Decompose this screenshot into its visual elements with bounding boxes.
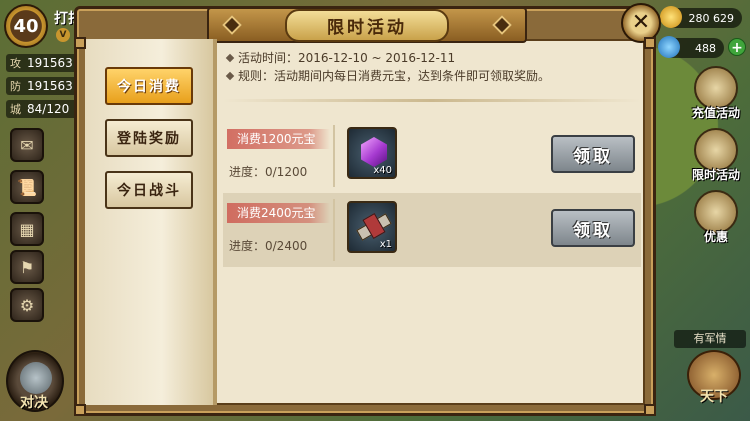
gold-counter: 280 629 (660, 6, 742, 28)
header-ornament-right-icon (492, 15, 512, 35)
panel-title: 限时活动 (327, 17, 407, 38)
bullet-icon (225, 53, 235, 63)
rules-text: 规则：活动期间内每日消费元宝，达到条件即可领取奖励。 (238, 69, 551, 83)
progress-text: 进度：0/1200 (229, 165, 308, 179)
mail-icon[interactable]: ✉ (10, 128, 44, 162)
limited-event-button[interactable]: 限时活动 (688, 128, 744, 183)
cost-tag: 消费1200元宝 (227, 129, 330, 149)
claim-label: 领取 (573, 220, 613, 241)
defense-value: 191563 (27, 79, 73, 93)
close-icon: ✕ (631, 10, 651, 35)
discount-button[interactable]: 优惠 (688, 190, 744, 245)
vip-icon: V (56, 28, 70, 42)
corner-ornament (644, 37, 656, 49)
tab-label: 今日战斗 (117, 183, 181, 199)
event-panel: 限时活动 ✕ 今日消费 登陆奖励 今日战斗 活动时间：2016-12-10 ~ … (74, 3, 661, 416)
discount-label: 优惠 (703, 230, 728, 244)
claim-button[interactable]: 领取 (551, 135, 635, 173)
city-value: 84/120 (27, 102, 70, 116)
reward-item-slot[interactable]: x40 (347, 127, 397, 179)
event-content: 活动时间：2016-12-10 ~ 2016-12-11 规则：活动期间内每日消… (223, 49, 641, 401)
reward-row: 消费2400元宝 进度：0/2400 x1 领取 (223, 193, 641, 267)
corner-ornament (644, 404, 656, 416)
reward-row: 消费1200元宝 进度：0/1200 x40 领取 (223, 119, 641, 193)
panel-header: 限时活动 (207, 7, 527, 43)
defense-label: 防 (10, 80, 21, 93)
tab-today-battle[interactable]: 今日战斗 (105, 171, 193, 209)
reward-item-slot[interactable]: x1 (347, 201, 397, 253)
tab-label: 登陆奖励 (117, 131, 181, 147)
scroll-icon[interactable]: 📜 (10, 170, 44, 204)
limited-event-label: 限时活动 (691, 168, 740, 182)
gold-coin-icon (660, 6, 682, 28)
rules-line: 规则：活动期间内每日消费元宝，达到条件即可领取奖励。 (223, 67, 641, 85)
duel-label: 对决 (20, 395, 48, 411)
player-level-badge[interactable]: 40 (4, 4, 48, 48)
recharge-event-label: 充值活动 (691, 106, 740, 120)
claim-label: 领取 (573, 146, 613, 167)
claim-button[interactable]: 领取 (551, 209, 635, 247)
player-level: 40 (13, 15, 39, 37)
recharge-event-button[interactable]: 充值活动 (688, 66, 744, 121)
row-separator (333, 125, 335, 187)
calendar-icon[interactable]: ▦ (10, 212, 44, 246)
activity-time: 活动时间：2016-12-10 ~ 2016-12-11 (238, 51, 456, 65)
purple-gem-icon (361, 137, 387, 167)
tab-label: 今日消费 (117, 79, 181, 95)
title-plate: 限时活动 (285, 8, 449, 42)
world-label: 天下 (700, 389, 728, 405)
gold-value: 280 629 (688, 11, 735, 25)
cost-tag: 消费2400元宝 (227, 203, 330, 223)
attack-value: 191563 (27, 56, 73, 70)
attack-label: 攻 (10, 57, 21, 70)
tab-today-spending[interactable]: 今日消费 (105, 67, 193, 105)
progress-text: 进度：0/2400 (229, 239, 308, 253)
gem-counter: 488 (658, 36, 724, 58)
activity-time-line: 活动时间：2016-12-10 ~ 2016-12-11 (223, 49, 641, 67)
divider (223, 99, 641, 102)
bag-icon[interactable]: ⚑ (10, 250, 44, 284)
gem-icon (658, 36, 680, 58)
warrior-mask-icon (20, 362, 52, 394)
item-count: x1 (379, 239, 392, 250)
item-count: x40 (373, 165, 392, 176)
bullet-icon (225, 71, 235, 81)
settings-gear-icon[interactable]: ⚙ (10, 288, 44, 322)
gem-value: 488 (695, 41, 716, 55)
add-gems-button[interactable]: + (728, 38, 746, 56)
tab-scroll: 今日消费 登陆奖励 今日战斗 (85, 39, 217, 405)
corner-ornament (74, 37, 86, 49)
tab-login-rewards[interactable]: 登陆奖励 (105, 119, 193, 157)
row-separator (333, 199, 335, 261)
header-ornament-left-icon (222, 15, 242, 35)
city-label: 城 (10, 103, 21, 116)
corner-ornament (74, 404, 86, 416)
world-button[interactable]: 天下 (684, 350, 744, 414)
military-intel-banner[interactable]: 有军情 (674, 330, 746, 348)
